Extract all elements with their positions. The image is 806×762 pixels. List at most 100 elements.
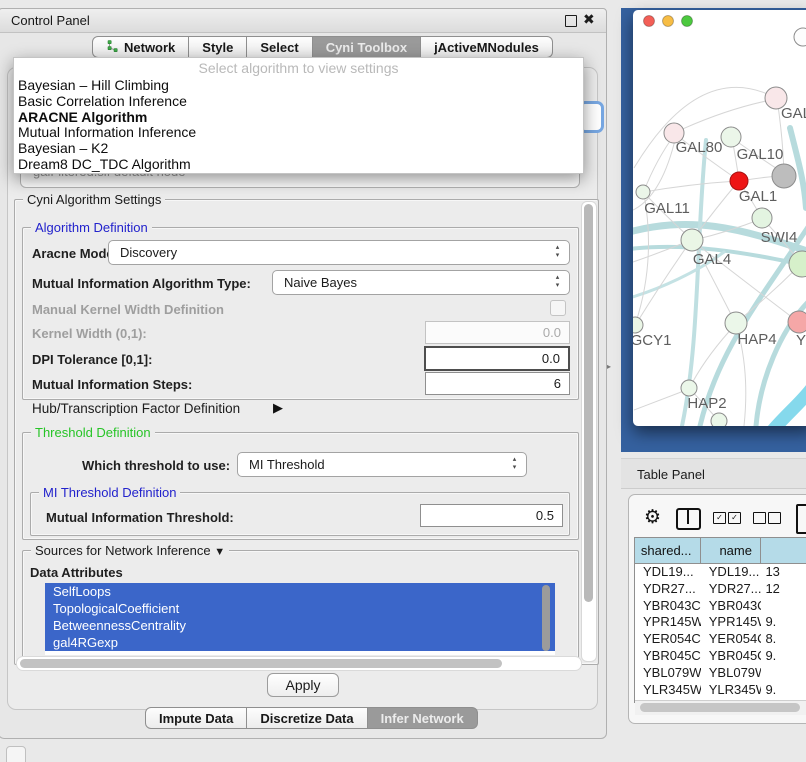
network-edge <box>676 99 776 132</box>
settings-horizontal-scrollbar[interactable] <box>16 656 582 671</box>
collapsed-panel-icon[interactable] <box>6 746 26 762</box>
table-row[interactable]: YPR145WYPR145W9. <box>635 614 806 631</box>
table-row[interactable]: YDR27...YDR27...12 <box>635 581 806 598</box>
algorithm-option-aracne-algorithm[interactable]: ARACNE Algorithm <box>14 110 583 126</box>
close-window-icon[interactable] <box>644 16 655 27</box>
node-label-gal4: GAL4 <box>693 251 731 268</box>
column-header-name[interactable]: name <box>701 538 761 563</box>
splitter-handle-icon[interactable]: ▸ <box>607 362 611 371</box>
mi-steps-field[interactable]: 6 <box>425 372 570 395</box>
aracne-mode-select[interactable]: Discovery ▴▾ <box>108 240 570 265</box>
tab-impute-data[interactable]: Impute Data <box>145 707 247 729</box>
network-node[interactable] <box>721 127 741 147</box>
data-attributes-label: Data Attributes <box>30 565 123 580</box>
table-scrollbar-thumb[interactable] <box>640 703 800 712</box>
network-node[interactable] <box>627 317 643 333</box>
network-edge <box>768 388 806 436</box>
dropdown-items: Bayesian – Hill ClimbingBasic Correlatio… <box>14 78 583 173</box>
node-label-gcy1: GCY1 <box>631 332 672 349</box>
close-icon[interactable]: ✖ <box>583 11 595 28</box>
minimize-window-icon[interactable] <box>663 16 674 27</box>
zoom-window-icon[interactable] <box>682 16 693 27</box>
app-root: Control Panel ✖ NetworkStyleSelectCyni T… <box>0 0 806 762</box>
gear-icon[interactable]: ⚙ <box>644 506 661 529</box>
traffic-lights[interactable] <box>644 16 693 27</box>
table-row[interactable]: YDL19...YDL19...13 <box>635 564 806 581</box>
settings-scrollbar-thumb[interactable] <box>584 204 593 602</box>
node-table[interactable]: shared...name YDL19...YDL19...13YDR27...… <box>634 537 806 703</box>
which-threshold-label: Which threshold to use: <box>82 458 230 473</box>
kernel-width-field[interactable]: 0.0 <box>425 321 570 344</box>
network-node[interactable] <box>681 229 703 251</box>
column-header-shared[interactable]: shared... <box>635 538 701 563</box>
algorithm-option-bayesian-hill-climbing[interactable]: Bayesian – Hill Climbing <box>14 78 583 94</box>
attribute-item-topologicalcoefficient[interactable]: TopologicalCoefficient <box>45 600 555 617</box>
algorithm-option-bayesian-k2[interactable]: Bayesian – K2 <box>14 141 583 157</box>
select-all-checkbox-icon[interactable]: ✓ <box>728 512 741 524</box>
tab-infer-network[interactable]: Infer Network <box>368 707 478 729</box>
network-node[interactable] <box>681 380 697 396</box>
mi-steps-label: Mutual Information Steps: <box>32 377 192 392</box>
horizontal-scrollbar-thumb[interactable] <box>20 659 502 668</box>
attribute-item-gal4rgexp[interactable]: gal4RGexp <box>45 634 555 651</box>
table-row[interactable]: YBL079WYBL079W <box>635 665 806 682</box>
apply-button[interactable]: Apply <box>267 673 339 697</box>
tab-label: Discretize Data <box>260 711 353 726</box>
network-node[interactable] <box>711 413 727 429</box>
attributes-scrollbar-thumb[interactable] <box>542 585 550 651</box>
deselect-all-checkbox-icon[interactable] <box>753 512 766 524</box>
tab-select[interactable]: Select <box>247 36 312 58</box>
algorithm-option-mutual-information-inference[interactable]: Mutual Information Inference <box>14 125 583 141</box>
table-cell: 9. <box>761 614 806 631</box>
mi-algorithm-type-select[interactable]: Naive Bayes ▴▾ <box>272 270 570 295</box>
table-cell: YPR145W <box>701 614 762 631</box>
control-panel-titlebar[interactable]: Control Panel ✖ <box>0 9 606 33</box>
tab-discretize-data[interactable]: Discretize Data <box>247 707 367 729</box>
network-canvas[interactable]: GALGAL80GAL10GAL1GAL11SWI4GAL4GCY1HAP4YH… <box>621 8 806 452</box>
tab-network[interactable]: Network <box>92 36 189 58</box>
algorithm-option-dream8-dc-tdc-algorithm[interactable]: Dream8 DC_TDC Algorithm <box>14 157 583 173</box>
select-all-checkbox-icon[interactable]: ✓ <box>713 512 726 524</box>
dpi-tolerance-label: DPI Tolerance [0,1]: <box>32 352 152 367</box>
network-edge <box>690 324 736 387</box>
tab-jactivemnodules[interactable]: jActiveMNodules <box>421 36 553 58</box>
dpi-tolerance-field[interactable]: 0.0 <box>424 346 570 371</box>
hub-expander-label[interactable]: Hub/Transcription Factor Definition <box>32 401 240 416</box>
table-horizontal-scrollbar[interactable] <box>635 700 806 715</box>
manual-kernel-checkbox[interactable] <box>550 300 566 316</box>
which-threshold-value: MI Threshold <box>249 457 325 472</box>
tab-cyni-toolbox[interactable]: Cyni Toolbox <box>313 36 421 58</box>
deselect-all-checkbox-icon[interactable] <box>768 512 781 524</box>
table-row[interactable]: YBR045CYBR045C9. <box>635 648 806 665</box>
network-node[interactable] <box>788 311 806 333</box>
node-label-hap4: HAP4 <box>737 331 776 348</box>
threshold-definition-title: Threshold Definition <box>31 425 155 440</box>
network-node[interactable] <box>752 208 772 228</box>
float-window-icon[interactable] <box>565 15 577 27</box>
algorithm-option-basic-correlation-inference[interactable]: Basic Correlation Inference <box>14 94 583 110</box>
attribute-item-betweennesscentrality[interactable]: BetweennessCentrality <box>45 617 555 634</box>
network-node[interactable] <box>636 185 650 199</box>
table-panel-titlebar[interactable]: Table Panel <box>621 458 806 489</box>
node-label-gal10: GAL10 <box>737 146 784 163</box>
expander-down-arrow-icon[interactable]: ▼ <box>214 546 225 558</box>
document-icon[interactable] <box>796 504 806 534</box>
table-row[interactable]: YBR043CYBR043C <box>635 598 806 615</box>
which-threshold-select[interactable]: MI Threshold ▴▾ <box>237 452 527 477</box>
tab-style[interactable]: Style <box>189 36 247 58</box>
expander-right-arrow-icon[interactable]: ▶ <box>273 400 283 416</box>
attribute-item-selfloops[interactable]: SelfLoops <box>45 583 555 600</box>
data-attributes-list[interactable]: SelfLoopsTopologicalCoefficientBetweenne… <box>45 583 555 655</box>
column-header-col-2[interactable] <box>761 538 806 563</box>
cyni-algorithm-settings-title: Cyni Algorithm Settings <box>23 192 165 207</box>
network-node[interactable] <box>794 28 806 46</box>
network-node[interactable] <box>772 164 796 188</box>
table-row[interactable]: YER054CYER054C8. <box>635 631 806 648</box>
table-row[interactable]: YLR345WYLR345W9. <box>635 682 806 699</box>
settings-vertical-scrollbar[interactable] <box>581 201 597 662</box>
split-divider <box>687 510 689 524</box>
split-view-icon[interactable] <box>676 508 701 530</box>
mi-threshold-field[interactable]: 0.5 <box>420 504 563 527</box>
table-cell: 9. <box>761 648 806 665</box>
table-cell: YBR043C <box>635 598 701 615</box>
